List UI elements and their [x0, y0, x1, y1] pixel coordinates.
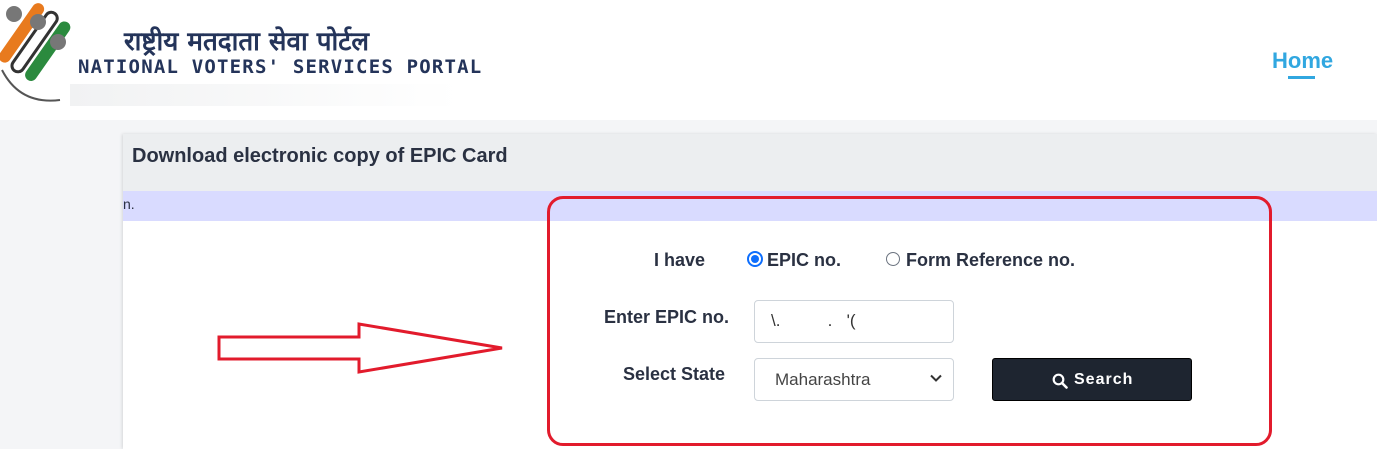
radio-form-reference-no-label[interactable]: Form Reference no.: [906, 250, 1075, 271]
right-arrow-icon: [217, 322, 503, 374]
logo-shadow: [70, 84, 460, 106]
epic-no-value: \. . '(: [771, 311, 856, 330]
card-header: Download electronic copy of EPIC Card: [123, 134, 1377, 191]
site-header: राष्ट्रीय मतदाता सेवा पोर्टल NATIONAL VO…: [0, 0, 1377, 120]
i-have-label: I have: [654, 250, 706, 270]
state-select-value: Maharashtra: [775, 370, 871, 389]
search-button[interactable]: Search: [992, 358, 1192, 401]
epic-no-label: Enter EPIC no.: [604, 307, 730, 327]
select-state-label: Select State: [623, 364, 726, 384]
portal-title-hindi: राष्ट्रीय मतदाता सेवा पोर्टल: [124, 27, 369, 57]
radio-epic-no-label[interactable]: EPIC no.: [767, 250, 841, 271]
nav-active-underline: [1288, 76, 1315, 79]
epic-no-input[interactable]: \. . '(: [754, 300, 954, 343]
info-banner-text: n.: [123, 196, 135, 212]
eci-logo-icon: [0, 3, 71, 102]
portal-title-english: NATIONAL VOTERS' SERVICES PORTAL: [78, 56, 483, 78]
radio-epic-no[interactable]: [747, 251, 763, 267]
radio-form-reference-no[interactable]: [886, 252, 900, 266]
search-icon: [1052, 373, 1068, 389]
search-button-label: Search: [1074, 371, 1134, 388]
page-title: Download electronic copy of EPIC Card: [132, 145, 508, 167]
chevron-down-icon: [930, 374, 942, 382]
nav-home-link[interactable]: Home: [1272, 48, 1333, 74]
state-select[interactable]: Maharashtra: [754, 358, 954, 401]
